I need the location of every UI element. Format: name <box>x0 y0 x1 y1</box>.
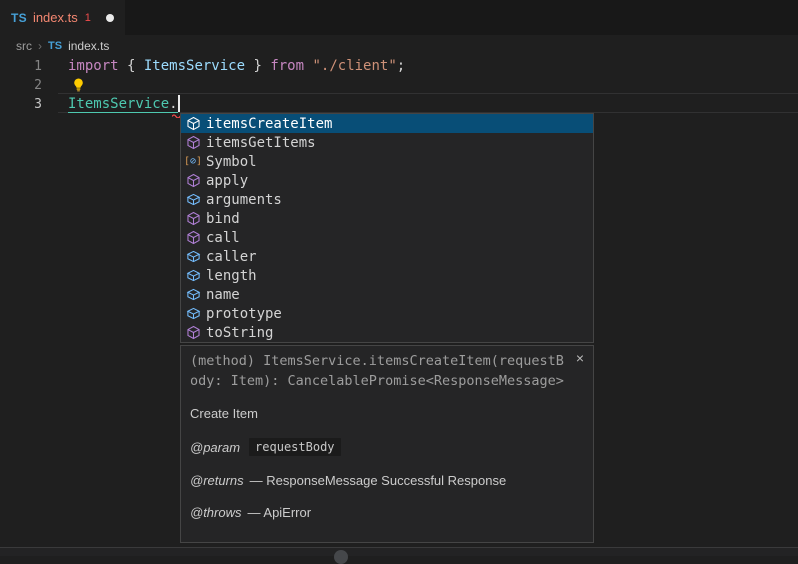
suggestion-label: apply <box>206 173 248 189</box>
method-cube-icon <box>185 230 201 246</box>
suggest-details-panel: × (method) ItemsService.itemsCreateItem(… <box>180 345 594 543</box>
method-cube-icon <box>185 135 201 151</box>
suggestion-label: prototype <box>206 306 282 322</box>
suggestion-label: call <box>206 230 240 246</box>
method-cube-icon <box>185 325 201 341</box>
jsdoc-tag-name: @throws <box>190 505 242 520</box>
line-content[interactable]: import { ItemsService } from "./client"; <box>42 57 405 76</box>
vscode-editor-window: { "tab": { "file_type": "TS", "filename"… <box>0 0 798 555</box>
jsdoc-tags: @param requestBody @returns — ResponseMessa… <box>190 438 584 520</box>
suggestion-item-name[interactable]: name <box>181 285 593 304</box>
code-token: ItemsService <box>68 96 169 112</box>
jsdoc-tag-name: @returns <box>190 473 244 488</box>
suggestion-label: itemsGetItems <box>206 135 316 151</box>
field-cube-icon <box>185 287 201 303</box>
suggestion-item-itemsCreateItem[interactable]: itemsCreateItem <box>181 114 593 133</box>
breadcrumb-item-folder[interactable]: src <box>16 39 32 53</box>
divider-knob[interactable] <box>334 550 348 564</box>
tab-bar: TS index.ts 1 <box>0 0 798 35</box>
line-number: 2 <box>0 76 42 95</box>
close-icon[interactable]: × <box>576 351 584 365</box>
jsdoc-tag-text: — ApiError <box>248 505 312 520</box>
suggestion-label: toString <box>206 325 273 341</box>
typescript-file-icon: TS <box>48 40 62 52</box>
line-content[interactable]: ItemsService. <box>42 95 180 114</box>
doc-description: Create Item <box>190 406 584 421</box>
text-cursor <box>178 95 180 112</box>
suggestion-label: itemsCreateItem <box>206 116 332 132</box>
suggestion-label: caller <box>206 249 257 265</box>
suggestion-item-caller[interactable]: caller <box>181 247 593 266</box>
code-token: ItemsService <box>144 58 245 74</box>
jsdoc-tag-name: @param <box>190 440 240 455</box>
suggestion-label: length <box>206 268 257 284</box>
breadcrumb-item-file[interactable]: index.ts <box>68 39 109 53</box>
modified-indicator-dot[interactable] <box>106 14 114 22</box>
tab-index-ts[interactable]: TS index.ts 1 <box>0 0 125 35</box>
jsdoc-tag-text: — ResponseMessage Successful Response <box>250 473 507 488</box>
method-signature: (method) ItemsService.itemsCreateItem(re… <box>190 352 584 391</box>
suggestion-item-itemsGetItems[interactable]: itemsGetItems <box>181 133 593 152</box>
suggestion-label: arguments <box>206 192 282 208</box>
field-cube-icon <box>185 306 201 322</box>
breadcrumb: src › TS index.ts <box>0 35 798 56</box>
code-token: from <box>270 58 304 74</box>
code-token: "./client" <box>312 58 396 74</box>
code-line-3[interactable]: 3ItemsService. <box>0 95 798 114</box>
suggestion-item-call[interactable]: call <box>181 228 593 247</box>
chevron-right-icon: › <box>38 39 42 53</box>
quick-fix-lightbulb-icon[interactable] <box>71 77 87 93</box>
code-token: ; <box>397 58 405 74</box>
line-number: 1 <box>0 57 42 76</box>
suggestion-label: name <box>206 287 240 303</box>
suggest-widget: itemsCreateItem itemsGetItems [⊘] Symbol… <box>180 113 594 343</box>
method-cube-icon <box>185 211 201 227</box>
suggestion-item-apply[interactable]: apply <box>181 171 593 190</box>
code-token: import <box>68 58 119 74</box>
suggestion-label: Symbol <box>206 154 257 170</box>
field-cube-icon <box>185 192 201 208</box>
suggestion-item-arguments[interactable]: arguments <box>181 190 593 209</box>
tab-problem-count-badge: 1 <box>85 12 91 24</box>
field-cube-icon <box>185 249 201 265</box>
param-name-chip: requestBody <box>249 438 340 456</box>
field-cube-icon <box>185 268 201 284</box>
code-line-1[interactable]: 1import { ItemsService } from "./client"… <box>0 57 798 76</box>
typescript-file-icon: TS <box>11 11 27 25</box>
symbol-bracket-icon: [⊘] <box>185 154 201 170</box>
suggestion-item-bind[interactable]: bind <box>181 209 593 228</box>
line-content[interactable] <box>42 76 87 95</box>
code-token: } <box>245 58 270 74</box>
suggestion-item-prototype[interactable]: prototype <box>181 304 593 323</box>
suggestion-item-length[interactable]: length <box>181 266 593 285</box>
suggestion-label: bind <box>206 211 240 227</box>
jsdoc-tag-row: @param requestBody <box>190 438 584 456</box>
code-area: 1import { ItemsService } from "./client"… <box>0 57 798 114</box>
code-token: . <box>169 96 177 112</box>
suggestion-item-toString[interactable]: toString <box>181 323 593 342</box>
suggestion-item-Symbol[interactable]: [⊘] Symbol <box>181 152 593 171</box>
code-token: { <box>119 58 144 74</box>
line-number: 3 <box>0 95 42 114</box>
jsdoc-tag-row: @throws — ApiError <box>190 505 584 520</box>
method-cube-icon <box>185 116 201 132</box>
code-line-2[interactable]: 2 <box>0 76 798 95</box>
jsdoc-tag-row: @returns — ResponseMessage Successful Res… <box>190 473 584 488</box>
method-cube-icon <box>185 173 201 189</box>
tab-filename: index.ts <box>33 10 78 25</box>
